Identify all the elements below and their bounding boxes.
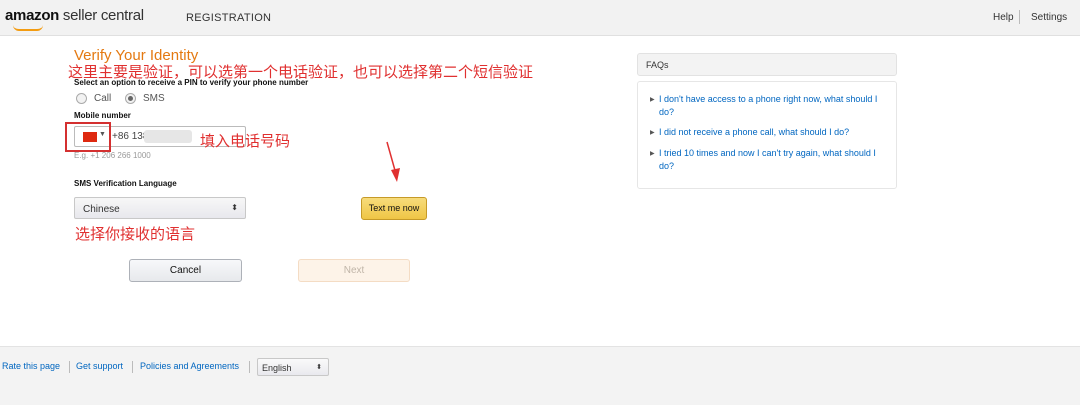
help-link[interactable]: Help bbox=[993, 12, 1014, 23]
header-divider bbox=[1019, 10, 1020, 24]
radio-call[interactable] bbox=[76, 93, 87, 104]
faq-item[interactable]: ▶ I tried 10 times and now I can't try a… bbox=[650, 147, 880, 173]
sms-language-select[interactable]: Chinese ⬍ bbox=[74, 197, 246, 219]
next-button[interactable]: Next bbox=[298, 259, 410, 282]
radio-sms-label[interactable]: SMS bbox=[143, 93, 165, 104]
annotation-highlight-box bbox=[65, 122, 111, 152]
annotation-language: 选择你接收的语言 bbox=[75, 225, 196, 243]
page-footer: Rate this page Get support Policies and … bbox=[0, 346, 1080, 405]
select-arrows-icon: ⬍ bbox=[316, 364, 322, 371]
faq-item[interactable]: ▶ I don't have access to a phone right n… bbox=[650, 93, 880, 119]
logo-amazon-text: amazon bbox=[5, 7, 60, 24]
policies-agreements-link[interactable]: Policies and Agreements bbox=[140, 361, 239, 371]
seller-central-logo[interactable]: amazon seller central bbox=[5, 7, 144, 31]
rate-this-page-link[interactable]: Rate this page bbox=[2, 361, 60, 371]
triangle-bullet-icon: ▶ bbox=[650, 97, 655, 103]
faq-header: FAQs bbox=[637, 53, 897, 76]
annotation-phone: 填入电话号码 bbox=[200, 132, 291, 150]
footer-divider bbox=[69, 361, 70, 373]
faq-link[interactable]: I don't have access to a phone right now… bbox=[650, 93, 880, 119]
sms-language-label: SMS Verification Language bbox=[74, 179, 177, 188]
triangle-bullet-icon: ▶ bbox=[650, 151, 655, 157]
footer-divider bbox=[132, 361, 133, 373]
faq-title: FAQs bbox=[646, 60, 669, 70]
radio-sms[interactable] bbox=[125, 93, 136, 104]
logo-seller-central-text: seller central bbox=[59, 7, 144, 24]
registration-title: REGISTRATION bbox=[186, 12, 272, 24]
top-header: amazon seller central REGISTRATION Help … bbox=[0, 0, 1080, 36]
amazon-smile-icon bbox=[13, 25, 43, 31]
faq-link[interactable]: I did not receive a phone call, what sho… bbox=[650, 126, 880, 139]
settings-link[interactable]: Settings bbox=[1031, 12, 1067, 23]
phone-number-value: +86 138 bbox=[112, 131, 149, 142]
footer-divider bbox=[249, 361, 250, 373]
faq-link[interactable]: I tried 10 times and now I can't try aga… bbox=[650, 147, 880, 173]
phone-number-redacted bbox=[144, 130, 192, 143]
footer-language-select[interactable]: English ⬍ bbox=[257, 358, 329, 376]
sms-language-value: Chinese bbox=[83, 204, 120, 215]
cancel-button[interactable]: Cancel bbox=[129, 259, 242, 282]
select-arrows-icon: ⬍ bbox=[231, 203, 238, 212]
faq-list: ▶ I don't have access to a phone right n… bbox=[637, 81, 897, 189]
select-option-label: Select an option to receive a PIN to ver… bbox=[74, 78, 309, 87]
radio-call-label[interactable]: Call bbox=[94, 93, 111, 104]
annotation-arrow-icon bbox=[386, 141, 400, 182]
text-me-now-button[interactable]: Text me now bbox=[361, 197, 427, 220]
faq-item[interactable]: ▶ I did not receive a phone call, what s… bbox=[650, 126, 880, 139]
footer-language-value: English bbox=[262, 363, 292, 373]
get-support-link[interactable]: Get support bbox=[76, 361, 123, 371]
mobile-number-label: Mobile number bbox=[74, 111, 131, 120]
triangle-bullet-icon: ▶ bbox=[650, 130, 655, 136]
phone-example-hint: E.g. +1 206 266 1000 bbox=[74, 151, 151, 160]
